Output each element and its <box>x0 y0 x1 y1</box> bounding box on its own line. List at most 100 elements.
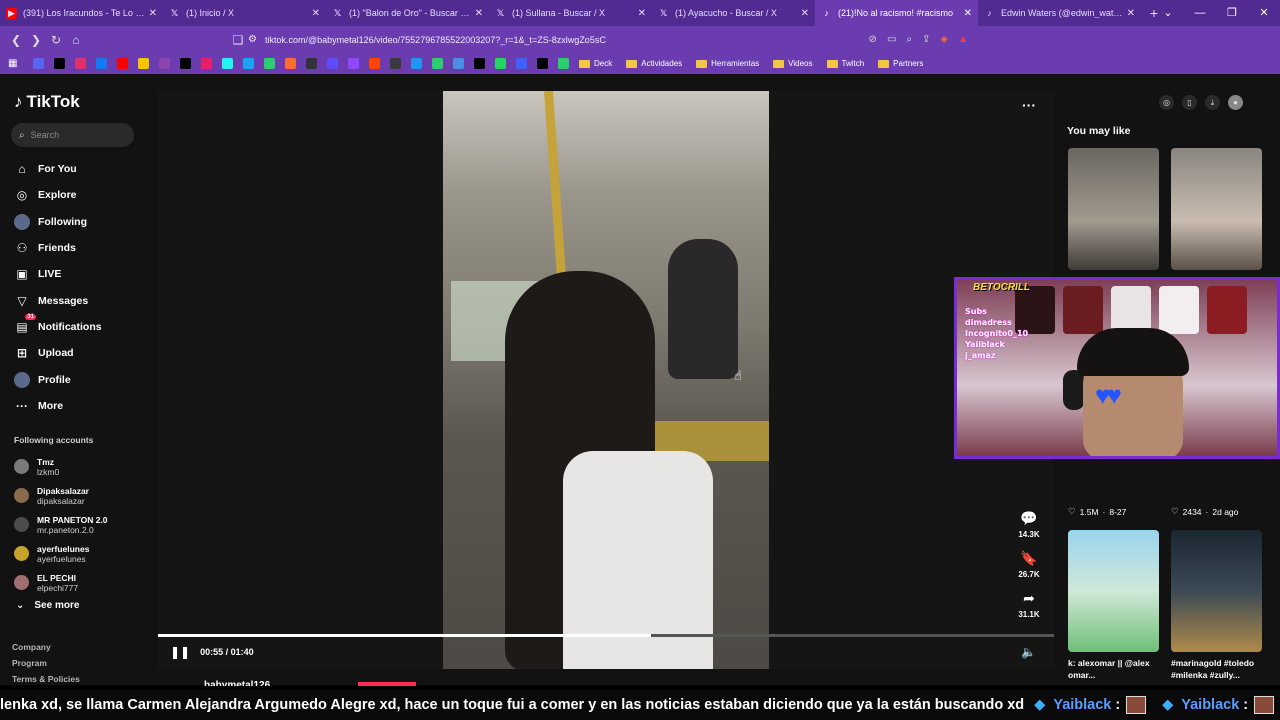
bookmark-favicon-icon[interactable] <box>327 58 338 69</box>
bookmark-star-icon[interactable]: ❏ <box>228 33 248 47</box>
sidebar-item-live[interactable]: ▣ LIVE <box>14 261 102 287</box>
bookmark-favicon-icon[interactable] <box>33 58 44 69</box>
pause-icon[interactable]: ❚❚ <box>170 645 190 659</box>
sidebar-item-upload[interactable]: ⊞ Upload <box>14 340 102 366</box>
close-tab-icon[interactable]: ✕ <box>149 8 157 19</box>
site-info-icon[interactable]: ⚙ <box>248 34 257 45</box>
bookmark-favicon-icon[interactable] <box>285 58 296 69</box>
bookmark-favicon-icon[interactable] <box>474 58 485 69</box>
minimize-button[interactable]: — <box>1184 0 1216 26</box>
bookmark-folder[interactable]: Herramientas <box>696 59 759 68</box>
bookmark-favicon-icon[interactable] <box>348 58 359 69</box>
sidebar-item-friends[interactable]: ⚇ Friends <box>14 235 102 261</box>
bookmark-favicon-icon[interactable] <box>558 58 569 69</box>
bookmark-favicon-icon[interactable] <box>516 58 527 69</box>
bookmark-folder[interactable]: Deck <box>579 59 612 68</box>
sidebar-item-explore[interactable]: ◎ Explore <box>14 182 102 208</box>
browser-tab[interactable]: 𝕏 (1) Ayacucho - Buscar / X ✕ <box>652 0 815 26</box>
footer-link[interactable]: Company <box>12 639 80 655</box>
follow-button[interactable] <box>358 682 416 686</box>
following-account[interactable]: Dipaksalazar dipaksalazar <box>14 481 108 510</box>
url-field[interactable]: ⚙ tiktok.com/@babymetal126/video/7552796… <box>248 29 968 50</box>
compass-icon[interactable]: ◎ <box>1159 95 1174 110</box>
bookmark-favicon-icon[interactable] <box>243 58 254 69</box>
footer-link[interactable]: Terms & Policies <box>12 671 80 687</box>
bookmark-favicon-icon[interactable] <box>537 58 548 69</box>
video-player[interactable]: ··· ❚❚ 00:55 / 01:40 🔈 <box>158 91 1054 669</box>
recommendation-thumbnail[interactable] <box>1068 530 1159 652</box>
recommendation-thumbnail[interactable] <box>1171 148 1262 270</box>
recommendation-caption[interactable]: #marinagold #toledo #milenka #zully... <box>1171 657 1269 681</box>
footer-link[interactable]: Program <box>12 655 80 671</box>
bookmark-favicon-icon[interactable] <box>54 58 65 69</box>
close-tab-icon[interactable]: ✕ <box>638 8 646 19</box>
following-account[interactable]: MR PANETON 2.0 mr.paneton.2.0 <box>14 510 108 539</box>
author-name[interactable]: babymetal126 <box>204 680 270 686</box>
share-page-icon[interactable]: ⇪ <box>922 34 930 45</box>
close-tab-icon[interactable]: ✕ <box>475 8 483 19</box>
recommendation-thumbnail[interactable] <box>1068 148 1159 270</box>
bookmark-favicon-icon[interactable] <box>222 58 233 69</box>
sidebar-item-for-you[interactable]: ⌂ For You <box>14 156 102 182</box>
recommendation-thumbnail[interactable] <box>1171 530 1262 652</box>
sidebar-item-following[interactable]: ● Following <box>14 209 102 235</box>
see-more-button[interactable]: ⌄ See more <box>16 600 79 611</box>
maximize-button[interactable]: ❐ <box>1216 0 1248 26</box>
close-tab-icon[interactable]: ✕ <box>312 8 320 19</box>
bookmark-favicon-icon[interactable] <box>432 58 443 69</box>
sidebar-item-notifications[interactable]: ▤ 31 Notifications <box>14 313 102 340</box>
download-icon[interactable]: ⤓ <box>1205 95 1220 110</box>
apps-grid-icon[interactable]: ▦ <box>8 58 19 69</box>
chevron-down-icon[interactable]: ⌄ <box>1152 0 1184 26</box>
share-button[interactable]: ➦ 31.1K <box>1016 584 1042 624</box>
following-account[interactable]: ayerfuelunes ayerfuelunes <box>14 539 108 568</box>
bookmark-favicon-icon[interactable] <box>306 58 317 69</box>
user-avatar[interactable]: ● <box>1228 95 1243 110</box>
sidebar-item-messages[interactable]: ▽ Messages <box>14 287 102 313</box>
bookmark-favicon-icon[interactable] <box>180 58 191 69</box>
zoom-icon[interactable]: ⌕ <box>906 34 912 45</box>
close-window-button[interactable]: ✕ <box>1248 0 1280 26</box>
bookmark-favicon-icon[interactable] <box>138 58 149 69</box>
search-input[interactable]: ⌕ Search <box>11 123 134 147</box>
volume-icon[interactable]: 🔈 <box>1021 645 1036 659</box>
browser-tab[interactable]: ♪ (21)!No al racismo! #racismo ✕ <box>815 0 978 26</box>
following-account[interactable]: Tmz lzkm0 <box>14 452 108 481</box>
bookmark-folder[interactable]: Videos <box>773 59 813 68</box>
browser-tab[interactable]: ♪ Edwin Waters (@edwin_waters) | Tik ✕ <box>978 0 1141 26</box>
close-tab-icon[interactable]: ✕ <box>801 8 809 19</box>
reload-button[interactable]: ↻ <box>46 33 66 47</box>
bookmark-favicon-icon[interactable] <box>495 58 506 69</box>
brave-shield-icon[interactable]: ◈ <box>940 34 948 45</box>
mobile-icon[interactable]: ▯ <box>1182 95 1197 110</box>
bookmark-folder[interactable]: Twitch <box>826 59 864 68</box>
tiktok-logo[interactable]: ♪ TikTok <box>14 92 80 112</box>
bookmark-favicon-icon[interactable] <box>411 58 422 69</box>
comment-button[interactable]: 💬 14.3K <box>1016 504 1042 544</box>
bookmark-favicon-icon[interactable] <box>264 58 275 69</box>
browser-tab[interactable]: 𝕏 (1) "Balon de Oro" - Buscar / X ✕ <box>326 0 489 26</box>
recommendation-caption[interactable]: k: alexomar || @alex omar... <box>1068 657 1166 681</box>
following-account[interactable]: EL PECHI elpechi777 <box>14 568 108 597</box>
bookmark-favicon-icon[interactable] <box>75 58 86 69</box>
forward-button[interactable]: ❯ <box>26 33 46 47</box>
bookmark-button[interactable]: 🔖 26.7K <box>1016 544 1042 584</box>
bookmark-favicon-icon[interactable] <box>159 58 170 69</box>
browser-tab[interactable]: 𝕏 (1) Sullana - Buscar / X ✕ <box>489 0 652 26</box>
browser-tab[interactable]: ▶ (391) Los Iracundos - Te Lo Pido de ✕ <box>0 0 163 26</box>
bookmark-favicon-icon[interactable] <box>390 58 401 69</box>
video-frame[interactable] <box>443 91 769 669</box>
more-options-icon[interactable]: ··· <box>1022 97 1036 113</box>
sidebar-item-more[interactable]: ··· More <box>14 393 102 419</box>
close-tab-icon[interactable]: ✕ <box>964 8 972 19</box>
bookmark-favicon-icon[interactable] <box>96 58 107 69</box>
browser-tab[interactable]: 𝕏 (1) Inicio / X ✕ <box>163 0 326 26</box>
bookmark-folder[interactable]: Partners <box>878 59 923 68</box>
bookmark-favicon-icon[interactable] <box>453 58 464 69</box>
cast-icon[interactable]: ⊘ <box>869 34 877 45</box>
sidebar-item-profile[interactable]: ● Profile <box>14 366 102 392</box>
bookmark-folder[interactable]: Actividades <box>626 59 682 68</box>
screen-icon[interactable]: ▭ <box>887 34 896 45</box>
bookmark-favicon-icon[interactable] <box>201 58 212 69</box>
rewards-icon[interactable]: ▲ <box>958 34 968 45</box>
